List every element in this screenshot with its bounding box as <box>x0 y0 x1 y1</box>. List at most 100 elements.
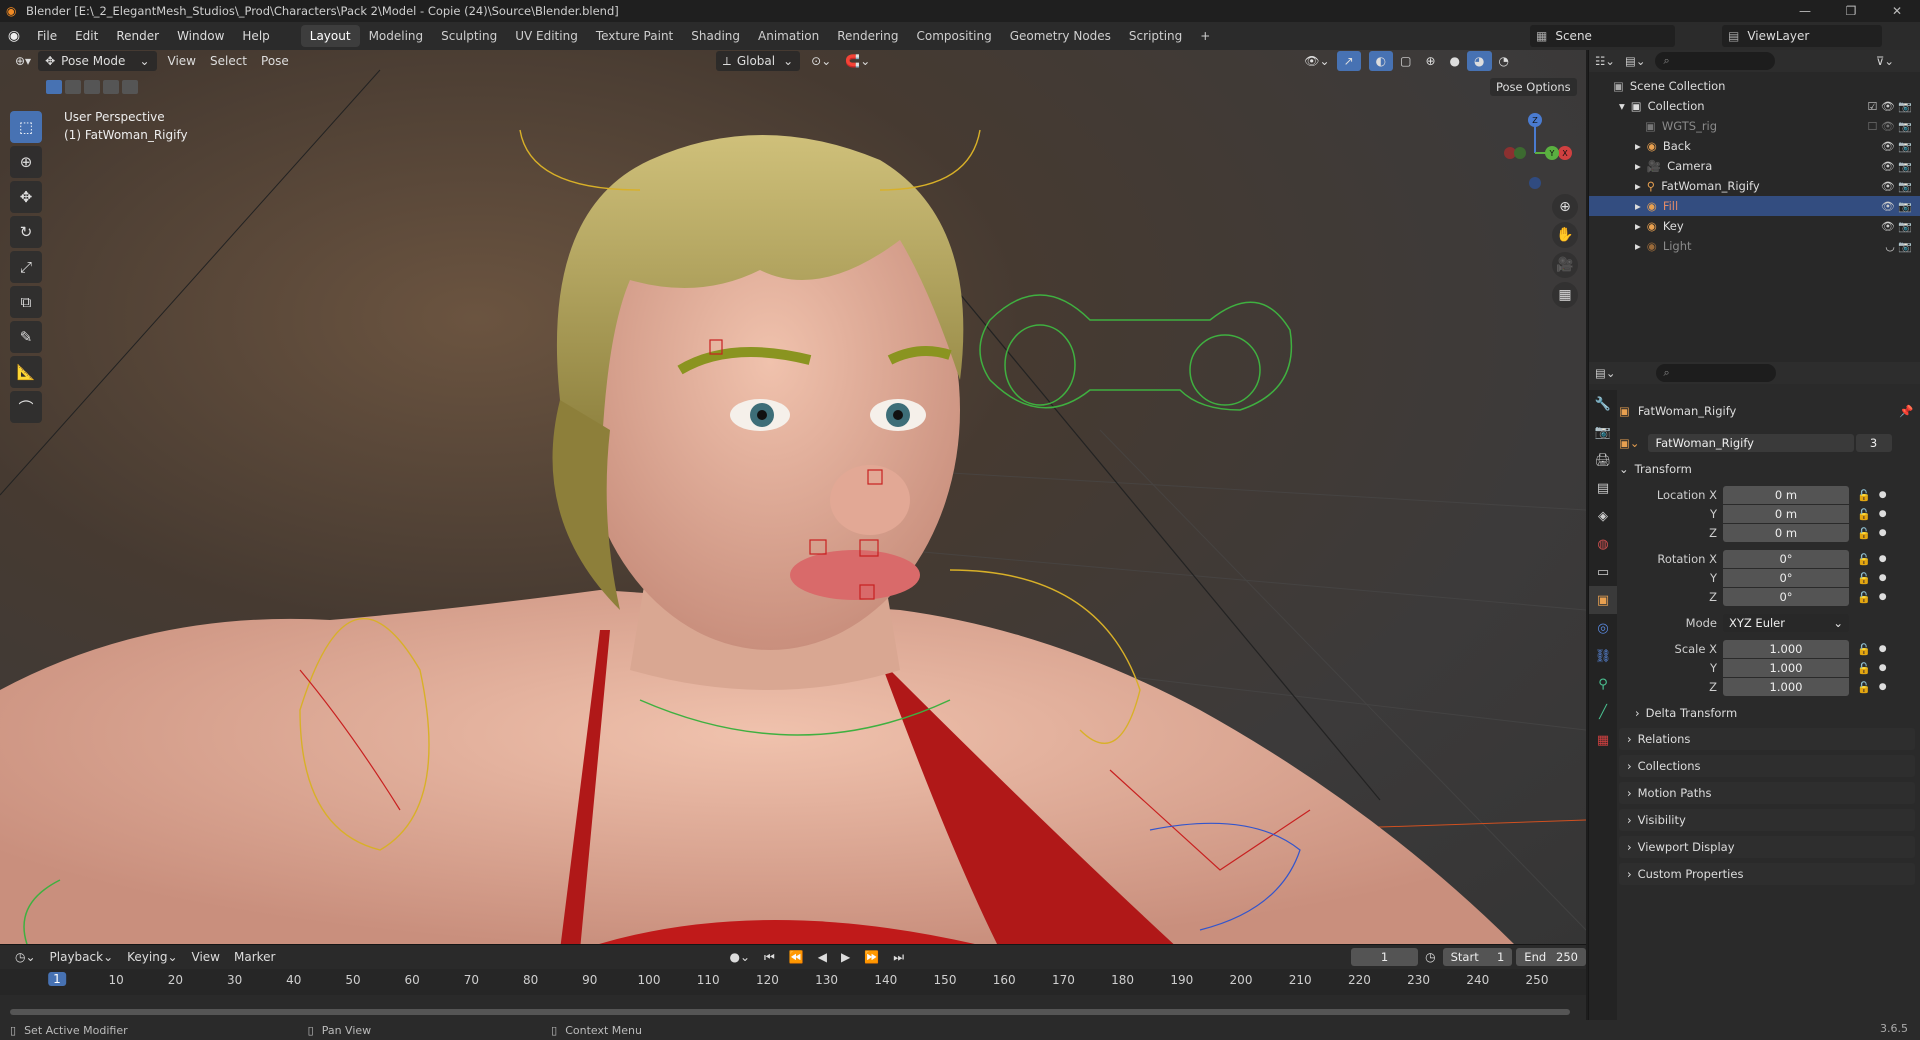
item-visibility[interactable]: ◡ 📷 <box>1885 240 1912 253</box>
location-y-field[interactable]: 0 m <box>1723 505 1849 523</box>
minimize-button[interactable]: — <box>1782 0 1828 22</box>
texture-tab-icon[interactable]: ▦ <box>1589 726 1617 754</box>
add-workspace-button[interactable]: + <box>1191 25 1219 47</box>
expand-triangle-icon[interactable]: ▸ <box>1635 199 1641 213</box>
rotate-tool-icon[interactable]: ↻ <box>10 216 42 248</box>
keyframe-dot-icon[interactable]: ● <box>1879 573 1887 583</box>
pivot-icon[interactable]: ⊙⌄ <box>804 51 838 71</box>
viewport-menu-pose[interactable]: Pose <box>254 51 296 71</box>
pose-options-dropdown[interactable]: Pose Options <box>1490 78 1577 96</box>
expand-triangle-icon[interactable]: ▾ <box>1619 99 1625 113</box>
collection-visibility[interactable]: ☑ 👁 📷 <box>1867 100 1912 113</box>
properties-editor-icon[interactable]: ▤⌄ <box>1595 366 1616 380</box>
next-keyframe-icon[interactable]: ⏩ <box>857 947 886 967</box>
viewport-menu-select[interactable]: Select <box>203 51 254 71</box>
clock-icon[interactable]: ◷⌄ <box>8 947 43 967</box>
scale-tool-icon[interactable]: ⤢ <box>10 251 42 283</box>
editor-type-icon[interactable]: ⊕▾ <box>8 51 38 71</box>
filter-icon[interactable]: ⊽⌄ <box>1876 54 1894 68</box>
cursor-tool-icon[interactable]: ⊕ <box>10 146 42 178</box>
lock-icon[interactable]: 🔓 <box>1857 572 1871 585</box>
preview-range-icon[interactable]: ◷ <box>1418 947 1442 967</box>
timeline-ruler[interactable]: 1 10 20 30 40 50 60 70 80 90 100 110 120 130 140 150 16… <box>0 969 1586 995</box>
blender-menu-icon[interactable]: ◉ <box>0 28 28 44</box>
workspace-tab-shading[interactable]: Shading <box>682 25 749 47</box>
xray-icon[interactable]: ▢ <box>1393 51 1418 71</box>
bone-tab-icon[interactable]: ╱ <box>1589 698 1617 726</box>
end-frame-field[interactable]: End 250 <box>1516 948 1586 966</box>
outliner-item-fill[interactable]: ▸ ◉ Fill 👁 📷 <box>1589 196 1920 216</box>
play-reverse-icon[interactable]: ◀ <box>811 947 834 967</box>
pin-icon[interactable]: 📌 <box>1899 404 1913 418</box>
item-visibility[interactable]: 👁 📷 <box>1881 140 1912 153</box>
start-frame-field[interactable]: Start 1 <box>1442 948 1513 966</box>
keyframe-dot-icon[interactable]: ● <box>1879 490 1887 500</box>
jump-start-icon[interactable]: ⏮ <box>757 947 782 967</box>
outliner-item-fatwoman[interactable]: ▸ ⚲ FatWoman_Rigify 👁 📷 <box>1589 176 1920 196</box>
item-visibility[interactable]: 👁 📷 <box>1881 160 1912 173</box>
viewport-menu-view[interactable]: View <box>161 51 203 71</box>
expand-triangle-icon[interactable]: ▸ <box>1635 219 1641 233</box>
rotation-mode-dropdown[interactable]: XYZ Euler ⌄ <box>1723 614 1849 632</box>
workspace-tab-uv-editing[interactable]: UV Editing <box>506 25 587 47</box>
rotation-y-field[interactable]: 0° <box>1723 569 1849 587</box>
rendered-shading-icon[interactable]: ◔ <box>1492 51 1516 71</box>
workspace-tab-texture-paint[interactable]: Texture Paint <box>587 25 682 47</box>
keyframe-dot-icon[interactable]: ● <box>1879 554 1887 564</box>
datablock-type-icon[interactable]: ▣⌄ <box>1619 436 1640 450</box>
ortho-grid-icon[interactable]: ▦ <box>1552 282 1578 308</box>
item-visibility[interactable]: 👁 📷 <box>1881 180 1912 193</box>
scene-collection-row[interactable]: ▣ Scene Collection <box>1589 76 1920 96</box>
lock-icon[interactable]: 🔓 <box>1857 553 1871 566</box>
workspace-tab-compositing[interactable]: Compositing <box>907 25 1000 47</box>
camera-view-icon[interactable]: 🎥 <box>1552 252 1578 278</box>
select-intersect-icon[interactable] <box>122 80 138 94</box>
item-visibility[interactable]: 👁 📷 <box>1881 200 1912 213</box>
rotation-z-field[interactable]: 0° <box>1723 588 1849 606</box>
lock-icon[interactable]: 🔓 <box>1857 662 1871 675</box>
pan-hand-icon[interactable]: ✋ <box>1552 222 1578 248</box>
navigation-gizmo[interactable]: Z X Y <box>1490 108 1580 198</box>
measure-tool-icon[interactable]: 📐 <box>10 356 42 388</box>
scene-tab-icon[interactable]: ◈ <box>1589 502 1617 530</box>
prev-keyframe-icon[interactable]: ⏪ <box>782 947 811 967</box>
record-icon[interactable]: ●⌄ <box>722 947 757 967</box>
orientation-dropdown[interactable]: ⟂ Global ⌄ <box>715 51 801 71</box>
playhead[interactable]: 1 <box>48 972 66 986</box>
outliner-item-camera[interactable]: ▸ 🎥 Camera 👁 📷 <box>1589 156 1920 176</box>
delta-transform-header[interactable]: › Delta Transform <box>1635 706 1737 720</box>
gizmo-toggle-icon[interactable]: ↗ <box>1336 51 1361 71</box>
select-extend-icon[interactable] <box>65 80 81 94</box>
scale-z-field[interactable]: 1.000 <box>1723 678 1849 696</box>
jump-end-icon[interactable]: ⏭ <box>886 947 911 967</box>
timeline-menu-keying[interactable]: Keying ⌄ <box>120 947 184 967</box>
lock-icon[interactable]: 🔓 <box>1857 681 1871 694</box>
keyframe-dot-icon[interactable]: ● <box>1879 509 1887 519</box>
display-mode-icon[interactable]: ▤⌄ <box>1625 54 1646 68</box>
viewlayer-selector[interactable]: ▤ ViewLayer <box>1722 25 1882 47</box>
move-tool-icon[interactable]: ✥ <box>10 181 42 213</box>
world-tab-icon[interactable]: ◍ <box>1589 530 1617 558</box>
material-shading-icon[interactable]: ◕ <box>1467 51 1492 71</box>
relax-tool-icon[interactable]: ⌒ <box>10 391 42 423</box>
tool-tab-icon[interactable]: 🔧 <box>1589 390 1617 418</box>
collection-tab-icon[interactable]: ▭ <box>1589 558 1617 586</box>
keyframe-dot-icon[interactable]: ● <box>1879 682 1887 692</box>
play-icon[interactable]: ▶ <box>834 947 857 967</box>
snap-icon[interactable]: 🧲⌄ <box>838 51 877 71</box>
datablock-users[interactable]: 3 <box>1855 434 1892 452</box>
location-x-field[interactable]: 0 m <box>1723 486 1849 504</box>
outliner-item-wgts[interactable]: ▣ WGTS_rig ☐ 👁 📷 <box>1589 116 1920 136</box>
visibility-icon[interactable]: 👁⌄ <box>1297 51 1336 71</box>
menu-help[interactable]: Help <box>233 29 278 43</box>
lock-icon[interactable]: 🔓 <box>1857 508 1871 521</box>
item-visibility[interactable]: ☐ 👁 📷 <box>1867 120 1912 133</box>
solid-shading-icon[interactable]: ● <box>1443 51 1467 71</box>
annotate-tool-icon[interactable]: ✎ <box>10 321 42 353</box>
select-box-tool-icon[interactable]: ⬚ <box>10 111 42 143</box>
properties-search-input[interactable]: ⌕ <box>1655 364 1776 382</box>
section-motion-paths[interactable]: › Motion Paths <box>1619 782 1915 804</box>
keyframe-dot-icon[interactable]: ● <box>1879 644 1887 654</box>
lock-icon[interactable]: 🔓 <box>1857 591 1871 604</box>
3d-viewport[interactable] <box>0 50 1586 944</box>
